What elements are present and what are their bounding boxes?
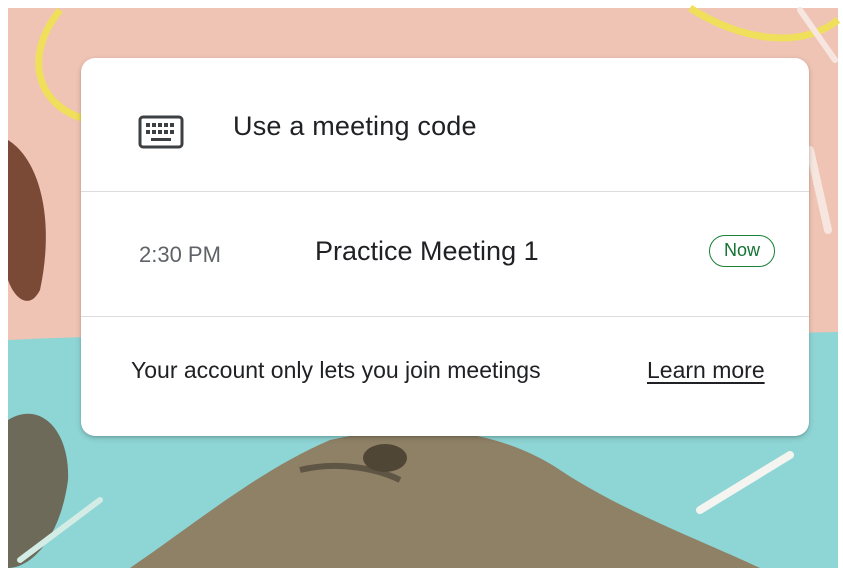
meeting-title: Practice Meeting 1 bbox=[315, 236, 539, 266]
meeting-time: 2:30 PM bbox=[139, 242, 221, 267]
account-info-row: Your account only lets you join meetings… bbox=[81, 317, 809, 436]
meeting-item[interactable]: 2:30 PM Practice Meeting 1 Now bbox=[81, 192, 809, 316]
account-restriction-text: Your account only lets you join meetings bbox=[131, 357, 541, 383]
join-meeting-card: Use a meeting code 2:30 PM Practice Meet… bbox=[81, 58, 809, 436]
use-meeting-code-label: Use a meeting code bbox=[233, 111, 477, 141]
now-badge: Now bbox=[709, 235, 775, 267]
keyboard-icon bbox=[138, 115, 184, 149]
use-meeting-code-row[interactable]: Use a meeting code bbox=[81, 58, 809, 191]
learn-more-link[interactable]: Learn more bbox=[647, 357, 765, 384]
